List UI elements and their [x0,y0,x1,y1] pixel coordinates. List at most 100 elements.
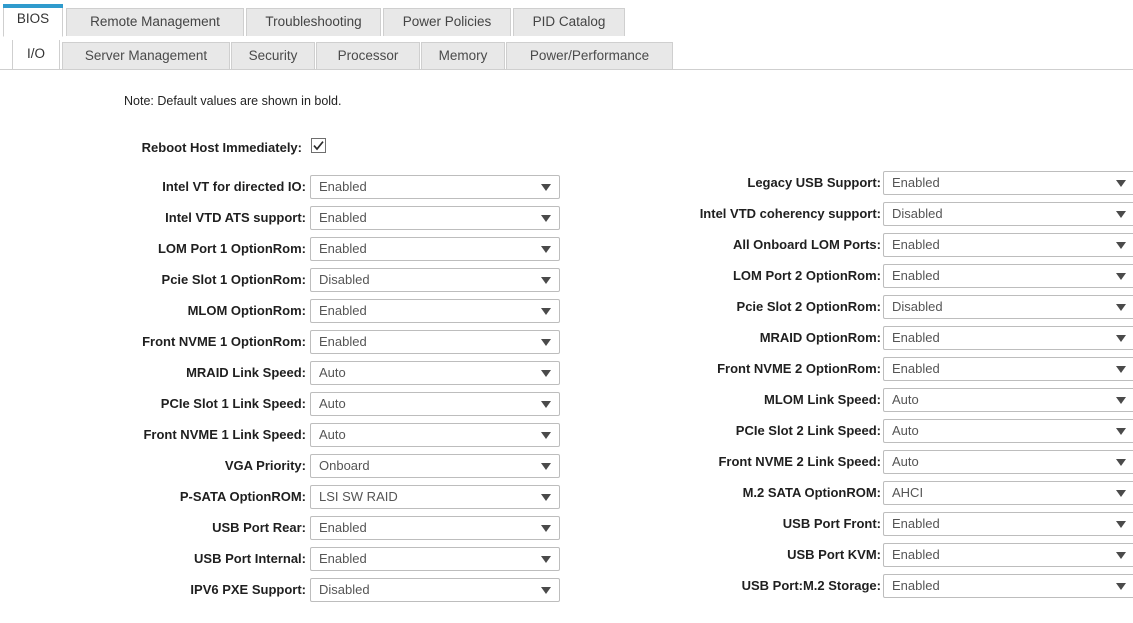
setting-dropdown[interactable]: Enabled [883,264,1133,288]
setting-row: Intel VTD ATS support:Enabled [0,206,566,237]
setting-row: USB Port Front: Enabled [567,512,1133,543]
active-tab-accent-bar [3,4,63,8]
tab-power-policies[interactable]: Power Policies [383,8,511,36]
setting-dropdown-value: Enabled [319,238,367,260]
subtab-label: Processor [338,48,399,63]
tab-pid-catalog[interactable]: PID Catalog [513,8,625,36]
setting-dropdown-value: Enabled [319,300,367,322]
setting-dropdown-value: Enabled [892,544,940,566]
setting-row: Front NVME 1 OptionRom: Enabled [0,330,566,361]
setting-dropdown[interactable]: AHCI [883,481,1133,505]
right-settings-column: Legacy USB Support:EnabledIntel VTD cohe… [567,70,1133,605]
setting-row: M.2 SATA OptionROM:AHCI [567,481,1133,512]
setting-dropdown[interactable]: Auto [883,388,1133,412]
setting-dropdown-value: Disabled [319,269,370,291]
setting-row: LOM Port 1 OptionRom: Enabled [0,237,566,268]
setting-dropdown[interactable]: Disabled [310,268,560,292]
setting-row: MLOM Link Speed:Auto [567,388,1133,419]
setting-label: MLOM OptionRom: [188,303,306,318]
setting-dropdown[interactable]: Disabled [883,295,1133,319]
chevron-down-icon [1116,552,1126,559]
setting-label: USB Port:M.2 Storage: [742,578,881,593]
setting-row: VGA Priority:Onboard [0,454,566,485]
setting-dropdown[interactable]: Auto [883,419,1133,443]
setting-dropdown[interactable]: Enabled [310,299,560,323]
chevron-down-icon [1116,273,1126,280]
setting-dropdown-value: Enabled [892,327,940,349]
setting-dropdown-value: Enabled [892,234,940,256]
subtab-memory[interactable]: Memory [421,42,505,69]
subtab-label: Power/Performance [530,48,649,63]
chevron-down-icon [541,308,551,315]
chevron-down-icon [1116,521,1126,528]
setting-dropdown[interactable]: Enabled [883,512,1133,536]
setting-dropdown[interactable]: Enabled [310,175,560,199]
setting-dropdown[interactable]: Enabled [883,357,1133,381]
setting-dropdown-value: Enabled [319,548,367,570]
tab-troubleshooting[interactable]: Troubleshooting [246,8,381,36]
tab-remote-management[interactable]: Remote Management [66,8,244,36]
chevron-down-icon [1116,180,1126,187]
subtab-i-o[interactable]: I/O [12,40,60,70]
setting-dropdown[interactable]: Enabled [883,233,1133,257]
subtab-label: Memory [439,48,488,63]
tab-bios[interactable]: BIOS [3,4,63,37]
setting-row: PCIe Slot 1 Link Speed:Auto [0,392,566,423]
subtab-power-performance[interactable]: Power/Performance [506,42,673,69]
setting-dropdown[interactable]: Enabled [883,543,1133,567]
setting-dropdown-value: Onboard [319,455,370,477]
setting-dropdown-value: Auto [892,451,919,473]
setting-dropdown[interactable]: Auto [310,392,560,416]
setting-label: USB Port Front: [783,516,881,531]
setting-dropdown[interactable]: Enabled [310,206,560,230]
setting-dropdown[interactable]: Enabled [310,516,560,540]
tab-label: BIOS [17,11,49,26]
subtab-server-management[interactable]: Server Management [62,42,230,69]
setting-dropdown-value: Enabled [892,575,940,597]
setting-row: MRAID OptionRom:Enabled [567,326,1133,357]
setting-dropdown-value: Enabled [892,513,940,535]
setting-label: Pcie Slot 1 OptionRom: [162,272,306,287]
setting-label: MRAID Link Speed: [186,365,306,380]
chevron-down-icon [1116,397,1126,404]
setting-row: PCIe Slot 2 Link Speed:Auto [567,419,1133,450]
chevron-down-icon [1116,304,1126,311]
chevron-down-icon [1116,242,1126,249]
tab-label: Remote Management [90,14,220,29]
chevron-down-icon [541,556,551,563]
chevron-down-icon [1116,366,1126,373]
setting-row: USB Port:M.2 Storage: Enabled [567,574,1133,605]
setting-dropdown[interactable]: Auto [310,423,560,447]
setting-label: LOM Port 1 OptionRom: [158,241,306,256]
setting-dropdown[interactable]: Onboard [310,454,560,478]
setting-dropdown[interactable]: Disabled [310,578,560,602]
setting-label: M.2 SATA OptionROM: [743,485,881,500]
setting-dropdown[interactable]: Auto [310,361,560,385]
setting-dropdown[interactable]: Auto [883,450,1133,474]
chevron-down-icon [1116,459,1126,466]
setting-row: Legacy USB Support:Enabled [567,171,1133,202]
setting-dropdown[interactable]: Disabled [883,202,1133,226]
setting-row: LOM Port 2 OptionRom:Enabled [567,264,1133,295]
setting-dropdown[interactable]: Enabled [310,547,560,571]
setting-dropdown[interactable]: Enabled [310,237,560,261]
setting-label: Front NVME 1 OptionRom: [142,334,306,349]
setting-row: Pcie Slot 1 OptionRom: Disabled [0,268,566,299]
setting-dropdown[interactable]: Enabled [310,330,560,354]
setting-row: USB Port Rear:Enabled [0,516,566,547]
setting-label: Pcie Slot 2 OptionRom: [737,299,881,314]
setting-label: MLOM Link Speed: [764,392,881,407]
setting-dropdown-value: Auto [319,393,346,415]
setting-dropdown[interactable]: Enabled [883,326,1133,350]
subtab-processor[interactable]: Processor [316,42,420,69]
setting-label: PCIe Slot 2 Link Speed: [736,423,881,438]
setting-dropdown[interactable]: Enabled [883,574,1133,598]
setting-label: IPV6 PXE Support: [190,582,306,597]
setting-dropdown[interactable]: Enabled [883,171,1133,195]
setting-dropdown-value: LSI SW RAID [319,486,398,508]
setting-dropdown[interactable]: LSI SW RAID [310,485,560,509]
setting-dropdown-value: Enabled [892,358,940,380]
setting-dropdown-value: Disabled [319,579,370,601]
subtab-security[interactable]: Security [231,42,315,69]
chevron-down-icon [1116,211,1126,218]
